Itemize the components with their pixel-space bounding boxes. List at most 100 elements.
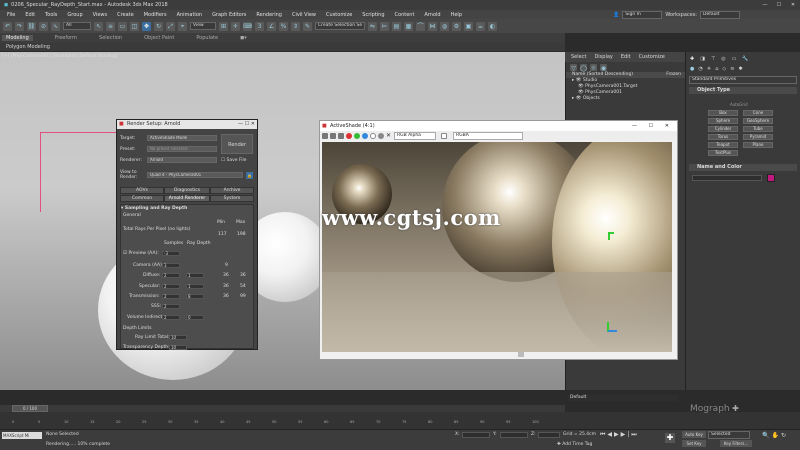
- primitive-type-dropdown[interactable]: Standard Primitives: [689, 76, 797, 84]
- menu-create[interactable]: Create: [117, 12, 134, 18]
- rendered-frame-icon[interactable]: ▣: [464, 21, 473, 31]
- activeshade-titlebar[interactable]: ■ ActiveShade (4:1) — ☐ ✕: [320, 121, 677, 131]
- menu-file[interactable]: File: [7, 12, 15, 18]
- x-coordinate-field[interactable]: [462, 432, 490, 438]
- helpers-icon[interactable]: ◇: [722, 66, 726, 72]
- menu-arnold[interactable]: Arnold: [424, 12, 440, 18]
- color-swatch[interactable]: [441, 132, 447, 139]
- frame-indicator[interactable]: 0 / 100: [12, 405, 48, 412]
- redo-icon[interactable]: ↷: [15, 21, 24, 31]
- close-button[interactable]: ✕: [786, 0, 800, 10]
- scale-icon[interactable]: ⤢: [166, 21, 175, 31]
- blue-channel-icon[interactable]: [362, 132, 368, 139]
- tube-button[interactable]: Tube: [743, 126, 773, 132]
- activeshade-minimize[interactable]: —: [632, 121, 637, 131]
- systems-icon[interactable]: ✱: [738, 66, 742, 72]
- menu-content[interactable]: Content: [395, 12, 415, 18]
- specular-depth-spinner[interactable]: 1: [186, 284, 204, 289]
- rect-select-icon[interactable]: ▭: [118, 21, 127, 31]
- copy-image-icon[interactable]: [330, 132, 336, 139]
- scene-menu-customize[interactable]: Customize: [639, 54, 665, 60]
- plane-button[interactable]: Plane: [743, 142, 773, 148]
- preview-aa-checkbox[interactable]: ☑ Preview (AA):: [123, 251, 159, 256]
- object-name-field[interactable]: [692, 175, 762, 181]
- diffuse-samples-spinner[interactable]: 2: [162, 273, 180, 278]
- key-selection-dropdown[interactable]: Selected: [708, 431, 750, 439]
- menu-graph-editors[interactable]: Graph Editors: [212, 12, 246, 18]
- save-image-icon[interactable]: [322, 132, 328, 139]
- box-button[interactable]: Box: [708, 110, 738, 116]
- named-selection-dropdown[interactable]: Create Selection Se: [315, 22, 365, 30]
- object-color-swatch[interactable]: [767, 174, 775, 182]
- link-icon[interactable]: ⛓: [27, 21, 36, 31]
- pivot-icon[interactable]: ⊞: [219, 21, 228, 31]
- menu-rendering[interactable]: Rendering: [256, 12, 282, 18]
- preview-aa-spinner[interactable]: -3: [162, 251, 180, 256]
- channel-dropdown[interactable]: RGB Alpha: [394, 131, 436, 140]
- menu-scripting[interactable]: Scripting: [362, 12, 384, 18]
- tab-aovs[interactable]: AOVs: [120, 187, 164, 194]
- preset-dropdown[interactable]: No preset selected: [147, 146, 217, 152]
- bind-icon[interactable]: ∿: [51, 21, 60, 31]
- tab-diagnostics[interactable]: Diagnostics: [164, 187, 210, 194]
- transmission-depth-spinner[interactable]: 8: [186, 294, 204, 299]
- geometry-icon[interactable]: ●: [690, 66, 694, 72]
- volume-samples-spinner[interactable]: 2: [162, 315, 180, 320]
- select-icon[interactable]: ↖: [94, 21, 103, 31]
- tab-system[interactable]: System: [210, 195, 254, 202]
- activeshade-close[interactable]: ✕: [665, 121, 669, 131]
- workspace-dropdown[interactable]: Default: [700, 10, 740, 19]
- play-icon[interactable]: ▶: [614, 431, 621, 438]
- motion-tab-icon[interactable]: ◎: [721, 56, 725, 62]
- schematic-icon[interactable]: ⋈: [428, 21, 437, 31]
- lock-view-icon[interactable]: 🔒: [246, 172, 253, 179]
- view-to-render-dropdown[interactable]: Quad 4 - PhysCamera001: [147, 172, 243, 178]
- spinner-snap-icon[interactable]: ⇕: [291, 21, 300, 31]
- menu-views[interactable]: Views: [93, 12, 107, 18]
- place-icon[interactable]: ⌖: [178, 21, 187, 31]
- clone-window-icon[interactable]: [338, 132, 344, 139]
- monochrome-icon[interactable]: [378, 132, 384, 139]
- scene-menu-select[interactable]: Select: [571, 54, 586, 60]
- transparency-depth-spinner[interactable]: 10: [169, 345, 187, 350]
- geometry-filter-icon[interactable]: ◯: [580, 64, 587, 72]
- activeshade-icon[interactable]: ◐: [488, 21, 497, 31]
- rotate-icon[interactable]: ↻: [154, 21, 163, 31]
- angle-snap-icon[interactable]: ∠: [267, 21, 276, 31]
- render-button[interactable]: Render: [221, 134, 253, 154]
- render-icon[interactable]: ☕: [476, 21, 485, 31]
- cylinder-button[interactable]: Cylinder: [708, 126, 738, 132]
- menu-customize[interactable]: Customize: [326, 12, 352, 18]
- mirror-icon[interactable]: ⇋: [368, 21, 377, 31]
- cameras-icon[interactable]: ⌂: [715, 66, 718, 72]
- curve-editor-icon[interactable]: ⌒: [416, 21, 425, 31]
- render-setup-icon[interactable]: ⚙: [452, 21, 461, 31]
- sphere-button[interactable]: Sphere: [708, 118, 738, 124]
- polygon-modeling-panel[interactable]: Polygon Modeling: [0, 43, 565, 51]
- camera-filter-icon[interactable]: ◉: [600, 64, 607, 72]
- keyboard-shortcut-icon[interactable]: ⌨: [243, 21, 252, 31]
- material-editor-icon[interactable]: ◍: [440, 21, 449, 31]
- display-dropdown[interactable]: RGBA: [453, 131, 523, 140]
- sss-samples-spinner[interactable]: 2: [162, 304, 180, 309]
- window-crossing-icon[interactable]: ◫: [130, 21, 139, 31]
- tab-selection[interactable]: Selection: [99, 35, 122, 41]
- scene-item-objects[interactable]: ▸ 👁 Objects: [566, 96, 685, 102]
- menu-help[interactable]: Help: [451, 12, 462, 18]
- snap-3-icon[interactable]: 3: [255, 21, 264, 31]
- name-color-rollout[interactable]: Name and Color: [689, 164, 797, 171]
- activeshade-maximize[interactable]: ☐: [649, 121, 653, 131]
- sampling-rollout-header[interactable]: ▾ Sampling and Ray Depth: [121, 206, 187, 211]
- clear-icon[interactable]: ✕: [386, 132, 392, 139]
- spacewarps-icon[interactable]: ≋: [730, 66, 734, 72]
- maximize-button[interactable]: ☐: [772, 0, 786, 10]
- target-dropdown[interactable]: ActiveShade Mode: [147, 135, 217, 141]
- diffuse-depth-spinner[interactable]: 1: [186, 273, 204, 278]
- default-layer-label[interactable]: Default: [568, 395, 678, 401]
- selection-filter-dropdown[interactable]: All: [63, 22, 91, 30]
- autogrid-checkbox[interactable]: AutoGrid: [730, 102, 748, 107]
- z-coordinate-field[interactable]: [538, 432, 560, 438]
- track-bar[interactable]: 0 5 10 15 20 25 30 35 40 45 50 55 60 65 70 75 80 85 90 95 10…: [0, 412, 800, 429]
- reference-coord-dropdown[interactable]: View: [190, 22, 216, 30]
- transmission-samples-spinner[interactable]: 2: [162, 294, 180, 299]
